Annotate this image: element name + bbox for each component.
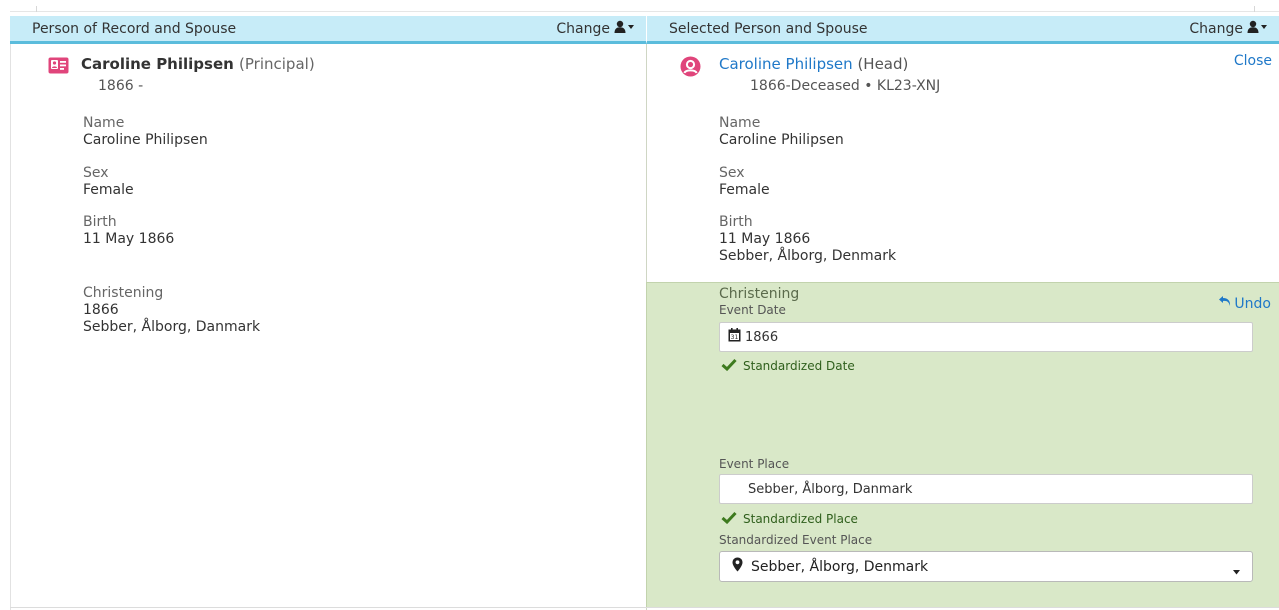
change-label: Change [556, 21, 610, 37]
sex-label: Sex [83, 165, 109, 181]
std-event-place-select[interactable]: Sebber, Ålborg, Denmark [719, 551, 1253, 582]
name-value: Caroline Philipsen [83, 132, 208, 148]
name-value: Caroline Philipsen [719, 132, 844, 148]
birth-label: Birth [719, 214, 753, 230]
record-person-name: Caroline Philipsen (Principal) [81, 55, 315, 73]
selected-person-dates: 1866-Deceased • KL23-XNJ [750, 78, 941, 94]
christening-edit-panel: Christening Undo Event Date 31 1866 Stan… [646, 282, 1279, 608]
birth-date: 11 May 1866 [83, 231, 175, 247]
event-date-label: Event Date [719, 303, 786, 317]
birth-place: Sebber, Ålborg, Denmark [719, 248, 897, 264]
standardized-place-label: Standardized Place [743, 512, 858, 526]
selected-panel-title: Selected Person and Spouse [669, 21, 868, 37]
christening-label: Christening [83, 285, 164, 301]
record-card-icon [48, 57, 69, 74]
close-button[interactable]: Close [1234, 53, 1272, 69]
undo-arrow-icon [1218, 295, 1234, 312]
undo-label: Undo [1234, 295, 1271, 312]
event-date-input[interactable]: 31 1866 [719, 322, 1253, 352]
selected-panel-header: Selected Person and Spouse Change [646, 16, 1279, 44]
record-panel-title: Person of Record and Spouse [32, 21, 237, 37]
person-dropdown-icon [1247, 20, 1269, 38]
checkmark-icon [721, 511, 743, 527]
checkmark-icon [721, 358, 743, 374]
christening-place: Sebber, Ålborg, Danmark [83, 319, 261, 335]
std-event-place-label: Standardized Event Place [719, 533, 873, 547]
female-person-icon [680, 56, 701, 77]
standardized-date-label: Standardized Date [743, 359, 855, 373]
christening-date: 1866 [83, 302, 119, 318]
name-label: Name [719, 115, 761, 131]
caret-down-icon [1233, 563, 1240, 579]
birth-date: 11 May 1866 [719, 231, 811, 247]
change-record-person-button[interactable]: Change [556, 20, 636, 38]
undo-button[interactable]: Undo [1218, 295, 1271, 312]
record-panel-header: Person of Record and Spouse Change [10, 16, 646, 44]
top-tick [1254, 6, 1255, 12]
svg-text:31: 31 [731, 334, 739, 341]
top-tick [36, 6, 37, 12]
event-place-input[interactable]: Sebber, Ålborg, Danmark [719, 474, 1253, 504]
map-pin-icon [732, 557, 743, 576]
change-selected-person-button[interactable]: Change [1189, 20, 1269, 38]
change-label: Change [1189, 21, 1243, 37]
birth-label: Birth [83, 214, 117, 230]
standardized-place-status: Standardized Place [721, 511, 858, 527]
bottom-rule [10, 607, 1279, 608]
sex-label: Sex [719, 165, 745, 181]
event-place-value: Sebber, Ålborg, Danmark [748, 481, 913, 497]
event-place-label: Event Place [719, 457, 790, 471]
event-date-value: 1866 [745, 329, 779, 345]
person-dropdown-icon [614, 20, 636, 38]
top-rule [10, 11, 1279, 12]
standardized-date-status: Standardized Date [721, 358, 855, 374]
std-event-place-value: Sebber, Ålborg, Denmark [751, 558, 929, 575]
name-label: Name [83, 115, 125, 131]
record-person-dates: 1866 - [98, 78, 144, 94]
selected-person-link[interactable]: Caroline Philipsen (Head) [719, 55, 908, 73]
calendar-icon: 31 [728, 328, 741, 346]
christening-label: Christening [719, 286, 800, 302]
record-person-role: (Principal) [239, 55, 315, 73]
sex-value: Female [719, 182, 770, 198]
sex-value: Female [83, 182, 134, 198]
selected-person-role: (Head) [857, 55, 909, 73]
